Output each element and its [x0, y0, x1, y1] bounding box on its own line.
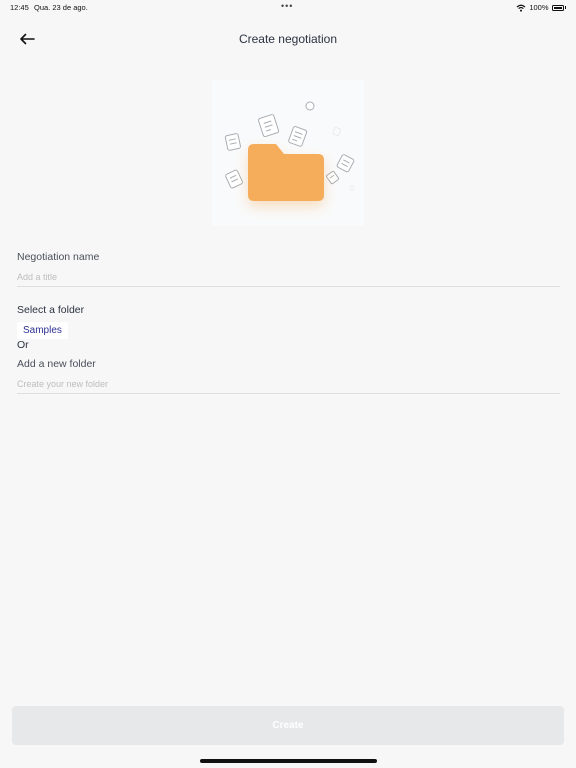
- battery-icon: [551, 4, 564, 11]
- page-title: Create negotiation: [238, 32, 338, 46]
- create-button[interactable]: Create: [12, 706, 564, 745]
- multitasking-dots[interactable]: •••: [281, 1, 293, 11]
- battery-percentage: 100%: [529, 3, 549, 12]
- folder-illustration: [212, 80, 364, 226]
- or-label: Or: [17, 339, 29, 351]
- status-date: Qua. 23 de ago.: [34, 3, 88, 12]
- status-time: 12:45: [10, 3, 29, 12]
- negotiation-name-input[interactable]: [17, 268, 560, 287]
- status-right: 100%: [516, 3, 566, 12]
- document-icon: [224, 133, 241, 151]
- new-folder-label: Add a new folder: [17, 358, 96, 370]
- negotiation-name-label: Negotiation name: [17, 251, 100, 263]
- wifi-icon: [516, 4, 526, 12]
- home-indicator[interactable]: [200, 759, 377, 763]
- folder-option-samples[interactable]: Samples: [17, 322, 68, 339]
- new-folder-input[interactable]: [17, 375, 560, 394]
- status-bar: 12:45 Qua. 23 de ago. ••• 100%: [0, 0, 576, 14]
- coin-icon: [305, 101, 315, 111]
- battery-tip: [564, 6, 566, 9]
- select-folder-label: Select a folder: [17, 304, 85, 316]
